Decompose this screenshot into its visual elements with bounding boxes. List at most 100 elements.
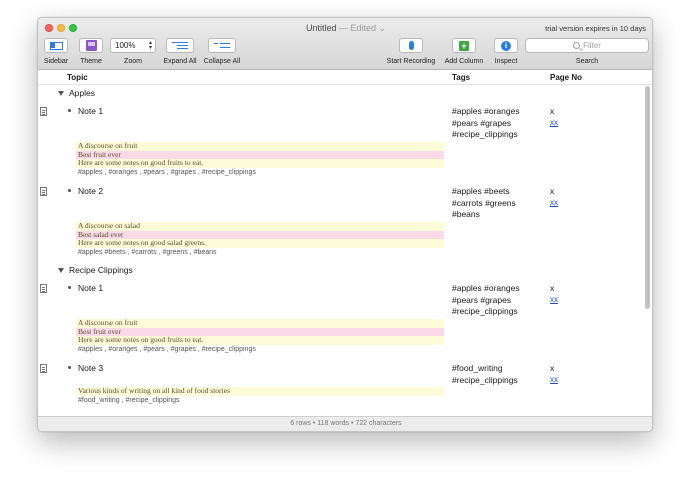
note-body[interactable]: A discourse on fruit Best fruit ever Her… [76,142,444,178]
note-body-line: Best salad ever [76,230,444,239]
note-tags[interactable]: #food_writing #recipe_clippings [452,363,542,386]
app-window: Untitled — Edited ⌄ trial version expire… [37,17,653,432]
edited-indicator[interactable]: — Edited ⌄ [339,23,386,33]
column-header: Topic Tags Page No [38,71,652,85]
note-row[interactable]: Note 1 #apples #oranges #pears #grapes #… [38,106,644,182]
theme-label: Theme [80,58,102,65]
note-row[interactable]: Note 3 #food_writing #recipe_clippings x… [38,363,644,417]
note-title[interactable]: Note 1 [78,106,103,116]
note-document-icon[interactable] [40,107,47,116]
sidebar-icon [49,41,63,50]
page-number[interactable]: x [550,106,554,116]
bullet-icon [68,109,71,112]
bullet-icon [68,189,71,192]
tag-line: #apples #oranges [452,283,520,293]
note-title[interactable]: Note 3 [78,363,103,373]
column-tags[interactable]: Tags [452,73,470,82]
collapse-all-button[interactable] [208,38,236,53]
inspect-label: Inspect [494,58,518,65]
note-body-tags: #apples , #oranges , #pears , #grapes , … [78,345,256,353]
page-link[interactable]: xx [550,295,558,304]
search-field[interactable]: Filter [525,38,649,53]
trial-notice: trial version expires in 10 days [545,24,646,33]
zoom-value: 100% [115,41,136,50]
note-tags[interactable]: #apples #oranges #pears #grapes #recipe_… [452,106,542,141]
note-document-icon[interactable] [40,364,47,373]
note-body[interactable]: Various kinds of writing on all kind of … [76,387,444,406]
sidebar-button[interactable] [44,38,68,53]
note-row[interactable]: Note 1 #apples #oranges #pears #grapes #… [38,283,644,359]
tag-line: #apples #beets [452,186,510,196]
theme-icon [85,40,97,51]
expand-all-button[interactable] [166,38,194,53]
stepper-arrows-icon[interactable]: ▴ ▾ [149,40,152,51]
note-body-line: A discourse on fruit [76,142,444,151]
column-page-no[interactable]: Page No [550,73,582,82]
add-column-icon: + [459,40,469,51]
note-body-line: A discourse on salad [76,222,444,231]
note-body[interactable]: A discourse on fruit Best fruit ever Her… [76,319,444,355]
column-topic[interactable]: Topic [67,73,88,82]
note-body-line: Best fruit ever [76,150,444,159]
disclosure-triangle-icon[interactable] [58,267,64,273]
start-recording-button[interactable] [399,38,423,53]
document-name: Untitled [305,23,337,33]
note-body-line: Various kinds of writing on all kind of … [76,387,444,396]
tag-line: #pears #grapes [452,294,512,305]
status-bar: 6 rows • 118 words • 722 characters [38,416,652,431]
note-tags[interactable]: #apples #beets #carrots #greens #beans [452,186,542,221]
note-body-line: Here are some notes on good salad greens… [76,239,444,248]
note-title[interactable]: Note 1 [78,283,103,293]
note-body-line: Here are some notes on good fruits to ea… [76,336,444,345]
note-body-tags: #food_writing , #recipe_clippings [78,396,180,404]
add-column-button[interactable]: + [452,38,476,53]
outline-view[interactable]: Apples Note 1 #apples #oranges #pears #g… [38,86,644,417]
toolbar: Untitled — Edited ⌄ trial version expire… [38,18,652,70]
collapse-all-icon [214,42,230,50]
page-link[interactable]: xx [550,118,558,127]
theme-button[interactable] [79,38,103,53]
sidebar-label: Sidebar [43,58,69,65]
note-body-line: Best fruit ever [76,327,444,336]
add-column-label: Add Column [444,58,484,65]
tag-line: #carrots #greens [452,197,516,208]
note-body-tags: #apples , #oranges , #pears , #grapes , … [78,168,256,176]
tag-line: #recipe_clippings [452,306,518,316]
note-document-icon[interactable] [40,187,47,196]
tag-line: #recipe_clippings [452,374,518,385]
zoom-stepper[interactable]: 100% ▴ ▾ [110,38,156,53]
note-body[interactable]: A discourse on salad Best salad ever Her… [76,222,444,258]
info-icon: i [501,40,511,51]
group-title: Apples [69,88,95,98]
disclosure-triangle-icon[interactable] [58,90,64,96]
page-number[interactable]: x [550,283,554,293]
page-link[interactable]: xx [550,375,558,384]
inspect-button[interactable]: i [494,38,518,53]
start-recording-label: Start Recording [386,58,436,65]
search-icon [573,42,581,49]
collapse-all-label: Collapse All [203,58,241,65]
page-link[interactable]: xx [550,198,558,207]
tag-line: #beans [452,209,480,219]
note-row[interactable]: Note 2 #apples #beets #carrots #greens #… [38,186,644,262]
zoom-label: Zoom [124,58,142,65]
expand-all-icon [172,41,188,50]
expand-all-label: Expand All [163,58,197,65]
note-document-icon[interactable] [40,284,47,293]
note-body-tags: #apples #beets , #carrots , #greens , #b… [78,248,217,256]
group-row-apples[interactable]: Apples [58,88,95,98]
group-row-recipe-clippings[interactable]: Recipe Clippings [58,265,133,275]
group-title: Recipe Clippings [69,265,133,275]
vertical-scrollbar[interactable] [645,86,650,309]
bullet-icon [68,286,71,289]
page-number[interactable]: x [550,363,554,373]
note-title[interactable]: Note 2 [78,186,103,196]
tag-line: #food_writing [452,363,503,373]
tag-line: #apples #oranges [452,106,520,116]
bullet-icon [68,366,71,369]
search-label: Search [575,58,599,65]
tag-line: #pears #grapes [452,117,512,128]
page-number[interactable]: x [550,186,554,196]
search-placeholder: Filter [583,41,601,50]
note-tags[interactable]: #apples #oranges #pears #grapes #recipe_… [452,283,542,318]
